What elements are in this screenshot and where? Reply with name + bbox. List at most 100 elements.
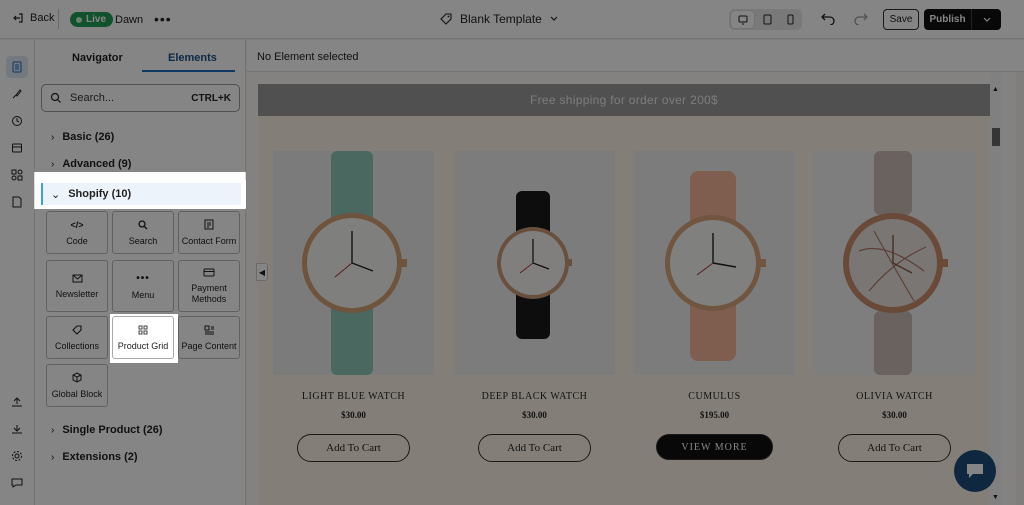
rail-sections-button[interactable]	[6, 137, 28, 159]
product-image[interactable]	[814, 151, 975, 375]
product-card[interactable]: LIGHT BLUE WATCH $30.00 Add To Cart	[273, 151, 434, 462]
category-basic[interactable]: › Basic (26)	[51, 131, 114, 143]
chevron-right-icon: ›	[51, 158, 55, 170]
add-to-cart-button[interactable]: Add To Cart	[297, 434, 410, 462]
element-label: Code	[66, 235, 88, 246]
download-icon	[12, 425, 22, 434]
watch-image	[634, 151, 795, 375]
watch-image	[273, 151, 434, 375]
category-single-product[interactable]: › Single Product (26)	[51, 424, 163, 436]
product-grid-section[interactable]: LIGHT BLUE WATCH $30.00 Add To Cart DEEP…	[258, 116, 990, 505]
product-card[interactable]: OLIVIA WATCH $30.00 Add To Cart	[814, 151, 975, 462]
scroll-down-icon[interactable]: ▼	[992, 494, 999, 501]
scroll-up-icon[interactable]: ▲	[992, 86, 999, 93]
undo-icon	[821, 13, 835, 26]
category-extensions[interactable]: › Extensions (2)	[51, 451, 138, 463]
product-name[interactable]: DEEP BLACK WATCH	[454, 391, 615, 402]
mobile-icon	[787, 14, 794, 25]
publish-options-button[interactable]	[972, 9, 1001, 30]
redo-icon	[854, 13, 868, 26]
payment-icon	[203, 268, 215, 277]
category-label: Shopify (10)	[68, 188, 132, 200]
category-advanced[interactable]: › Advanced (9)	[51, 158, 131, 170]
category-label: Single Product (26)	[62, 424, 163, 436]
scrollbar-thumb[interactable]	[992, 128, 1000, 146]
product-name[interactable]: LIGHT BLUE WATCH	[273, 391, 434, 402]
chevron-down-icon: ⌄	[51, 189, 61, 201]
save-button[interactable]: Save	[883, 9, 919, 30]
dots-icon: •••	[136, 272, 150, 284]
rail-apps-button[interactable]	[6, 164, 28, 186]
rail-pages-button[interactable]	[6, 191, 28, 213]
product-card[interactable]: CUMULUS $195.00 VIEW MORE	[634, 151, 795, 460]
rail-feedback-button[interactable]	[6, 472, 28, 494]
undo-button[interactable]	[821, 11, 835, 28]
product-name[interactable]: CUMULUS	[634, 391, 795, 402]
elements-search-input[interactable]: Search... CTRL+K	[41, 84, 240, 112]
rail-upload-button[interactable]	[6, 391, 28, 413]
search-shortcut: CTRL+K	[191, 92, 231, 104]
announcement-bar[interactable]: Free shipping for order over 200$	[258, 84, 990, 116]
element-contact-form[interactable]: Contact Form	[178, 211, 240, 254]
rail-settings-button[interactable]	[6, 445, 28, 467]
tab-elements[interactable]: Elements	[168, 52, 217, 64]
chevron-left-icon: ◀	[258, 267, 266, 277]
page-canvas: Free shipping for order over 200$ LIGHT …	[247, 72, 1016, 505]
tag-icon	[72, 324, 82, 335]
gear-icon	[12, 451, 22, 461]
collapse-panel-button[interactable]: ◀	[256, 263, 268, 281]
view-more-button[interactable]: VIEW MORE	[656, 434, 773, 460]
rail-styles-button[interactable]	[6, 83, 28, 105]
desktop-icon	[738, 15, 747, 24]
category-label: Extensions (2)	[62, 451, 138, 463]
template-selector[interactable]: Blank Template	[440, 12, 558, 26]
product-price: $30.00	[341, 410, 366, 420]
history-icon	[12, 116, 22, 126]
live-chat-button[interactable]	[954, 450, 996, 492]
chevron-right-icon: ›	[51, 451, 55, 463]
product-name[interactable]: OLIVIA WATCH	[814, 391, 975, 402]
device-switcher	[729, 9, 802, 30]
rail-layers-button[interactable]	[6, 56, 28, 78]
element-global-block[interactable]: Global Block	[46, 364, 108, 407]
redo-button[interactable]	[854, 11, 868, 28]
tab-navigator[interactable]: Navigator	[72, 52, 123, 64]
product-image[interactable]	[454, 151, 615, 375]
brush-icon	[12, 89, 22, 99]
product-image[interactable]	[273, 151, 434, 375]
element-payment-methods[interactable]: Payment Methods	[178, 260, 240, 312]
tablet-icon	[763, 14, 772, 25]
add-to-cart-button[interactable]: Add To Cart	[838, 434, 951, 462]
element-label: Product Grid	[117, 340, 169, 351]
element-collections[interactable]: Collections	[46, 316, 108, 359]
category-shopify[interactable]: ⌄ Shopify (10)	[35, 180, 246, 208]
left-rail	[0, 40, 35, 505]
publish-button[interactable]: Publish	[924, 9, 1001, 30]
rail-history-button[interactable]	[6, 110, 28, 132]
element-menu[interactable]: ••• Menu	[112, 260, 174, 312]
tablet-view-button[interactable]	[756, 9, 779, 30]
canvas-scrollbar[interactable]: ▲ ▼	[990, 72, 1002, 505]
theme-name: Dawn	[115, 14, 144, 26]
product-image[interactable]	[634, 151, 795, 375]
element-product-grid[interactable]: Product Grid	[112, 316, 174, 359]
product-card[interactable]: DEEP BLACK WATCH $30.00 Add To Cart	[454, 151, 615, 462]
back-button[interactable]: Back	[12, 12, 54, 24]
desktop-view-button[interactable]	[731, 11, 754, 28]
category-label: Advanced (9)	[62, 158, 132, 170]
element-search[interactable]: Search	[112, 211, 174, 254]
add-to-cart-button[interactable]: Add To Cart	[478, 434, 591, 462]
element-label: Contact Form	[181, 236, 237, 246]
element-page-content[interactable]: Page Content	[178, 316, 240, 359]
live-badge: Live	[70, 12, 114, 27]
rail-download-button[interactable]	[6, 418, 28, 440]
selection-status: No Element selected	[257, 51, 359, 63]
mobile-view-button[interactable]	[779, 9, 802, 30]
element-code[interactable]: </> Code	[46, 211, 108, 254]
top-toolbar: Back Live Dawn ••• Blank Template Save P…	[0, 0, 1024, 39]
back-icon	[13, 13, 23, 23]
search-placeholder: Search...	[70, 92, 115, 104]
form-icon	[204, 219, 214, 230]
more-options-button[interactable]: •••	[154, 11, 172, 27]
element-newsletter[interactable]: Newsletter	[46, 260, 108, 312]
